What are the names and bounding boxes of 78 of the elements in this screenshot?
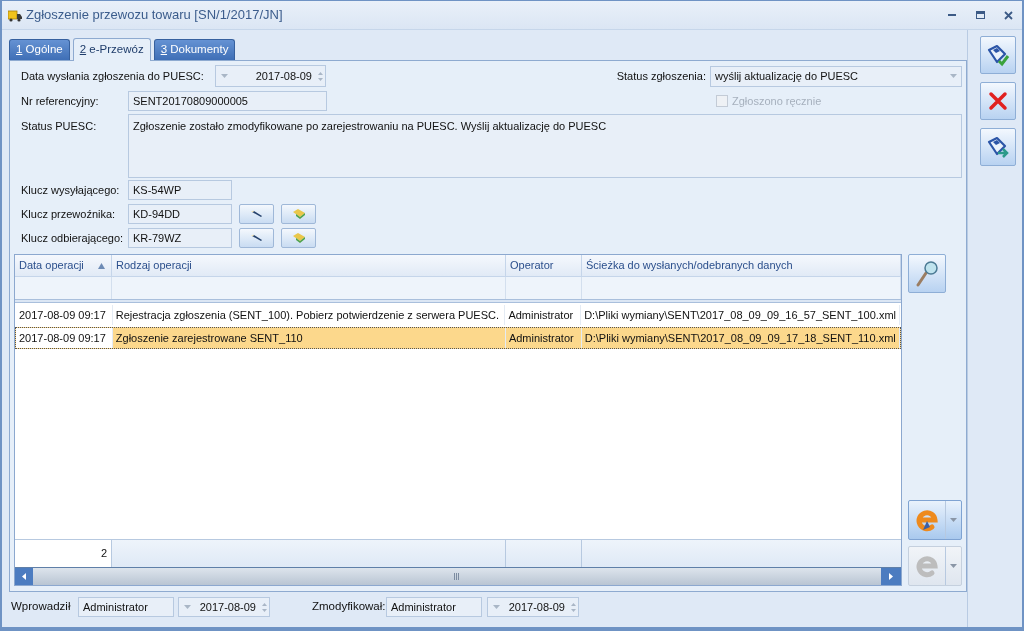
puesc-status-label: Status PUESC: [21,119,98,134]
created-by-label: Wprowadził [11,599,72,615]
cancel-button[interactable] [980,82,1016,120]
table-cell: 2017-08-09 09:17 [16,305,113,325]
created-by-field[interactable]: Administrator [78,597,174,617]
modified-date-field[interactable]: 2017-08-09 [487,597,579,617]
caret-icon [221,74,228,78]
table-cell: 2017-08-09 09:17 [16,328,113,348]
reference-number-field[interactable]: SENT20170809000005 [128,91,327,111]
declaration-status-label: Status zgłoszenia: [616,68,706,84]
column-header[interactable]: Operator [506,255,582,276]
declaration-status-dropdown[interactable]: wyślij aktualizację do PUESC [710,65,962,87]
table-cell: Zgłoszenie zarejestrowane SENT_110 [112,328,506,348]
search-icon [916,260,938,287]
key-field[interactable]: KS-54WP [128,180,232,200]
clear-key-button[interactable] [281,228,316,248]
key-label: Klucz odbierającego: [21,230,125,246]
key-field[interactable]: KR-79WZ [128,228,232,248]
reference-number-label: Nr referencyjny: [21,93,100,109]
caret-icon [950,518,957,522]
column-header[interactable]: Rodzaj operacji [112,255,506,276]
send-split-button[interactable] [908,500,962,540]
letter-e-icon [914,553,940,579]
modified-by-label: Zmodyfikował: [312,599,386,615]
send-date-label: Data wysłania zgłoszenia do PUESC: [21,68,205,84]
table-row[interactable]: 2017-08-09 09:17 Zgłoszenie zarejestrowane SENT_110 Administrator D:\Pliki wymiany\SENT\2017_08_09_09_17_18_SENT_110.xml [15,327,901,349]
scroll-left-button[interactable] [15,568,33,585]
checkbox-label: Zgłoszono ręcznie [732,93,822,109]
caret-icon [950,74,957,78]
close-button[interactable] [1002,9,1014,21]
save-and-continue-button[interactable] [980,128,1016,166]
key-label: Klucz przewoźnika: [21,206,117,222]
key-field[interactable]: KD-94DD [128,204,232,224]
created-date-field[interactable]: 2017-08-09 [178,597,270,617]
grip-icon [454,573,460,580]
key-label: Klucz wysyłającego: [21,182,121,198]
left-arrow-icon [22,573,26,580]
right-arrow-icon [889,573,893,580]
eraser-icon [291,209,306,219]
table-cell: D:\Pliki wymiany\SENT\2017_08_09_09_16_57_SENT_100.xml [581,305,900,325]
maximize-button[interactable] [974,9,986,21]
table-cell: Administrator [505,328,582,348]
maximize-icon [975,11,985,19]
edit-key-button[interactable] [239,228,274,248]
edit-key-button[interactable] [239,204,274,224]
pencil-icon [250,210,263,218]
table-cell: D:\Pliki wymiany\SENT\2017_08_09_09_17_18_SENT_110.xml [581,328,900,348]
pencil-icon [250,234,263,242]
minimize-icon [948,14,956,16]
caret-icon [493,605,500,609]
save-button[interactable] [980,36,1016,74]
truck-icon [8,8,22,22]
spinner-icon [571,601,576,613]
eraser-icon [291,233,306,243]
modified-by-field[interactable]: Administrator [386,597,482,617]
close-icon [1003,10,1013,20]
save-icon [986,43,1010,67]
sort-ascending-icon [98,262,105,269]
table-cell: Administrator [505,305,582,325]
puesc-status-textarea[interactable]: Zgłoszenie zostało zmodyfikowane po zarejestrowaniu na PUESC. Wyślij aktualizację do PUESC [128,114,962,178]
send-date-field[interactable]: 2017-08-09 [215,65,326,87]
window-title: Zgłoszenie przewozu towaru [SN/1/2017/JN] [26,6,283,25]
caret-icon [950,564,957,568]
caret-icon [184,605,191,609]
letter-e-icon [914,507,940,533]
tab[interactable]: 2 e-Przewóz [72,38,151,61]
close-icon [988,91,1008,111]
spinner-icon [318,70,323,82]
tab[interactable]: 3 Dokumenty [153,39,236,60]
column-header[interactable]: Ścieżka do wysłanych/odebranych danych [582,255,901,276]
table-cell: Rejestracja zgłoszenia (SENT_100). Pobierz potwierdzenie z serwera PUESC. [112,305,506,325]
clear-key-button[interactable] [281,204,316,224]
scroll-right-button[interactable] [881,568,901,585]
search-button[interactable] [908,254,946,293]
tab[interactable]: 1 Ogólne [9,39,70,60]
spinner-icon [262,601,267,613]
column-header[interactable]: Data operacji [15,255,112,276]
row-count: 2 [15,540,112,567]
